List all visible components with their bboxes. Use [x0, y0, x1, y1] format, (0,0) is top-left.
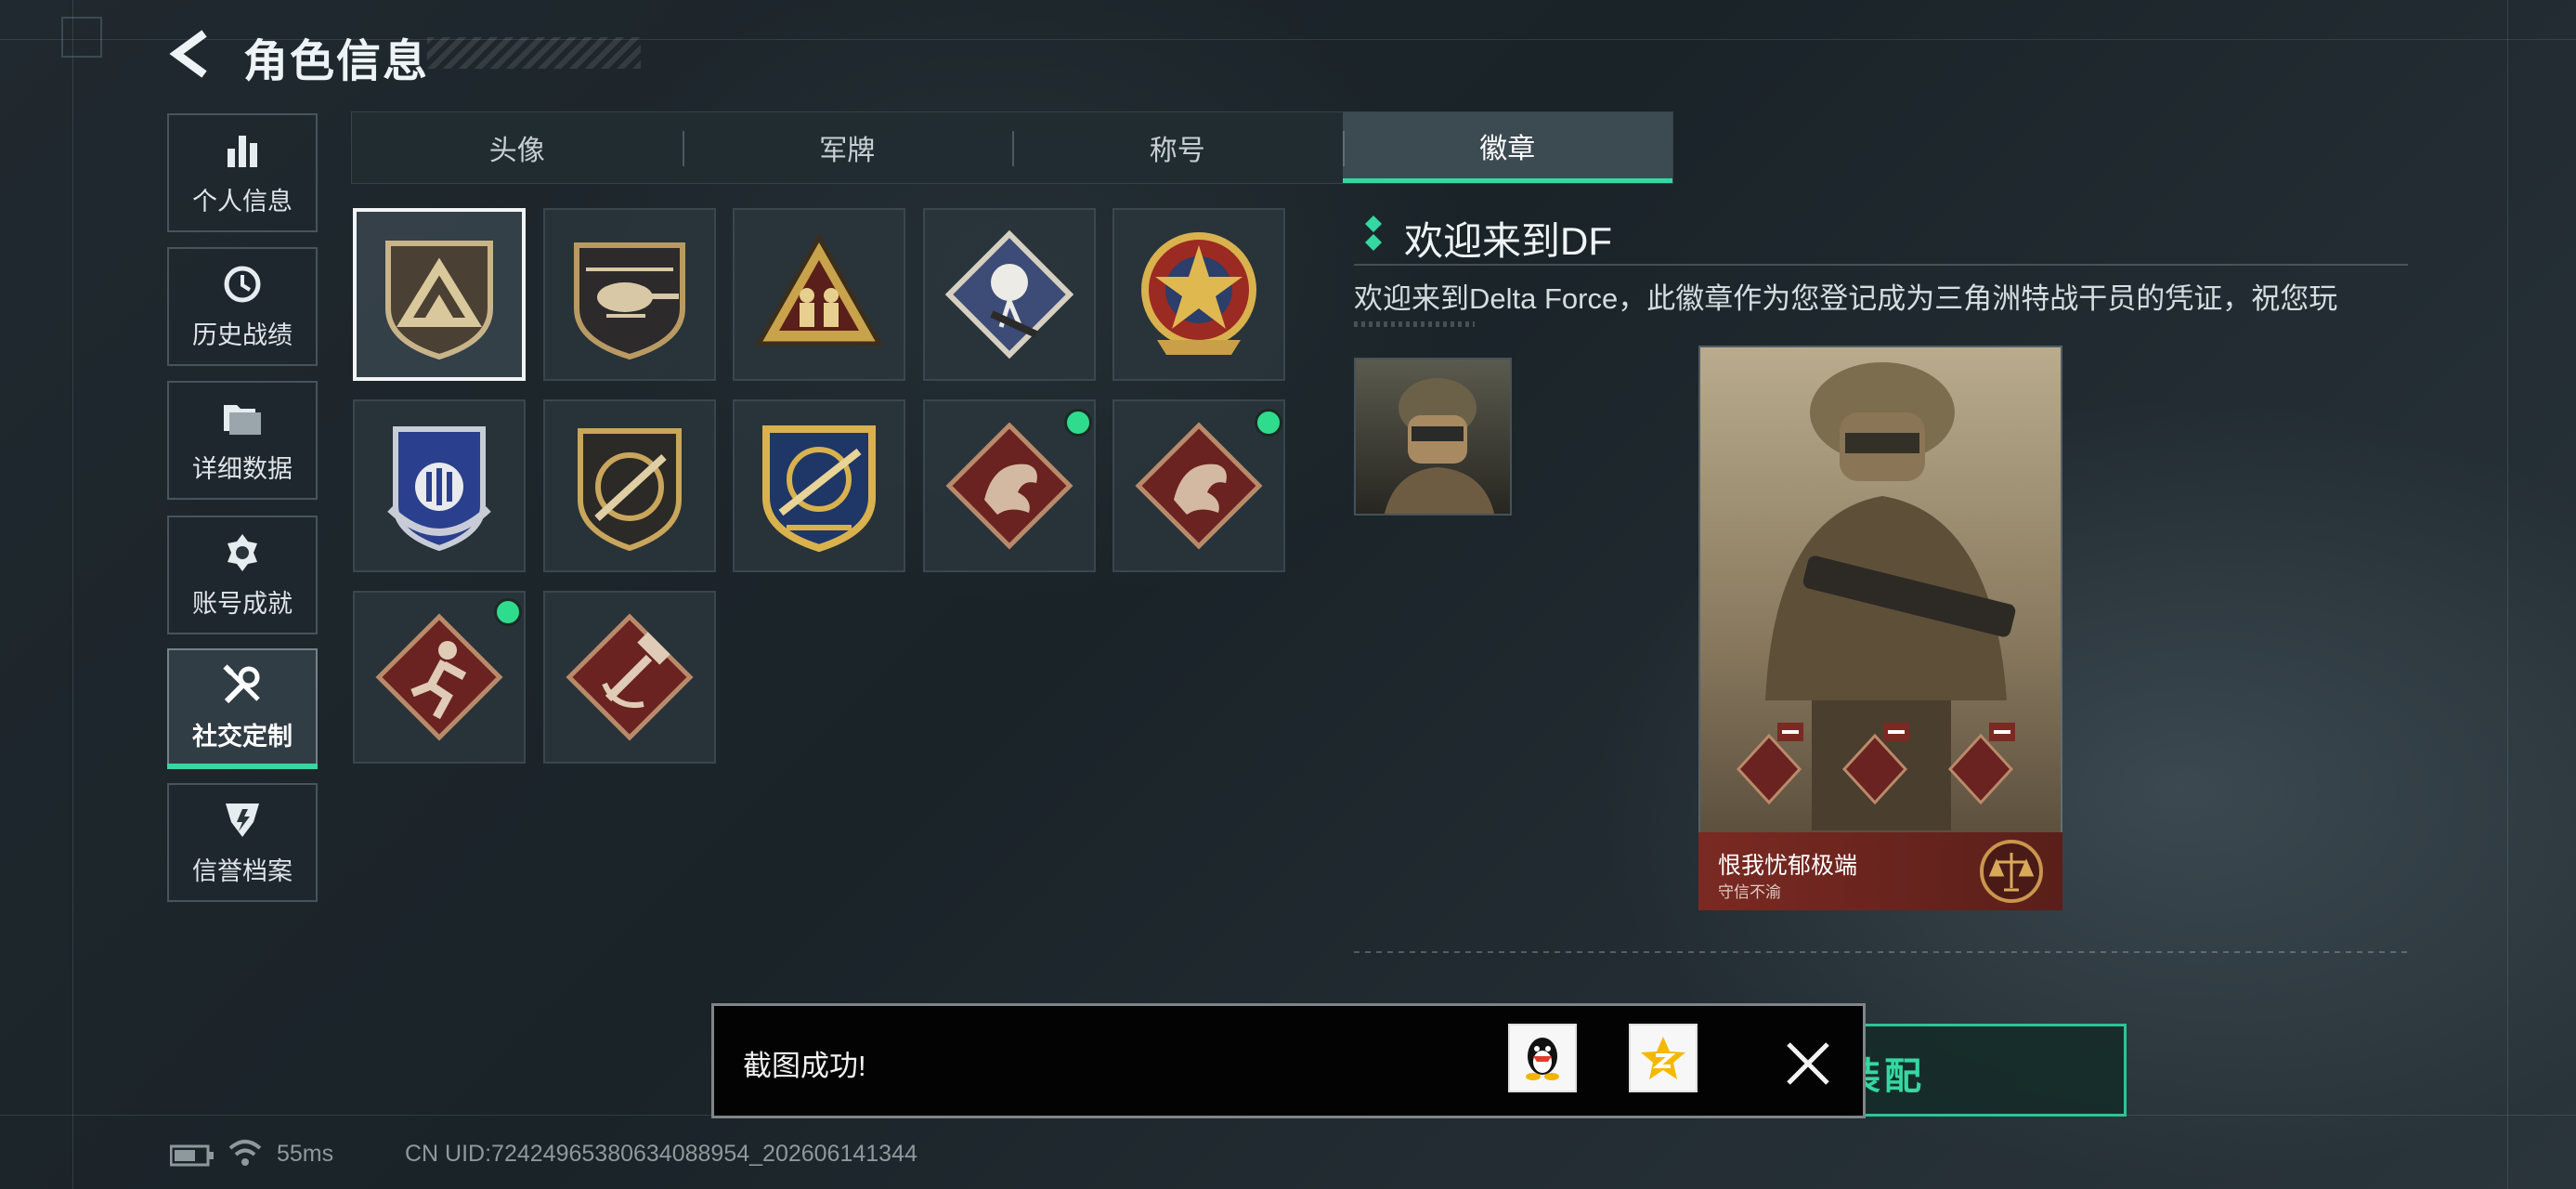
- hud-line: [72, 0, 73, 1189]
- card-badge-slot[interactable]: [1839, 721, 1911, 806]
- clock-history-icon: [221, 263, 264, 306]
- badge-item[interactable]: [353, 399, 526, 572]
- sidebar-item-personal-info[interactable]: 个人信息: [167, 113, 318, 232]
- player-subtitle: 守信不渝: [1718, 883, 1781, 901]
- wrench-screwdriver-icon: [221, 663, 264, 707]
- sidebar-item-credit-record[interactable]: 信誉档案: [167, 783, 318, 902]
- badge-item[interactable]: [543, 591, 716, 764]
- delta-triangle-badge-icon: [385, 241, 493, 360]
- divider-dotted: [1354, 951, 2408, 953]
- qq-penguin-icon: [1526, 1038, 1559, 1080]
- badge-item[interactable]: [543, 399, 716, 572]
- sidebar-item-label: 账号成就: [192, 589, 293, 618]
- credit-shield-icon: [221, 799, 264, 842]
- achievement-medal-icon: [221, 531, 264, 574]
- blue-wings-badge-icon: [387, 426, 491, 552]
- badge-item[interactable]: [923, 208, 1096, 381]
- dragon-badge-icon: [1135, 422, 1263, 550]
- player-name: 恨我忧郁极端: [1718, 853, 1858, 879]
- close-icon: [1787, 1042, 1829, 1085]
- sidebar-item-label: 社交定制: [192, 722, 293, 751]
- divider: [1354, 264, 2408, 266]
- sidebar-item-label: 历史战绩: [192, 320, 293, 349]
- tab-badge[interactable]: 徽章: [1342, 112, 1672, 183]
- card-badge-slot[interactable]: [1945, 721, 2017, 806]
- sidebar-item-detailed-data[interactable]: 详细数据: [167, 381, 318, 500]
- toast-message: 截图成功!: [743, 1050, 866, 1082]
- sidebar-item-social-custom[interactable]: 社交定制: [167, 648, 318, 767]
- wifi-icon: [228, 1139, 262, 1169]
- operator-avatar: [1354, 358, 1512, 516]
- user-uid: CN UID:7242496538063408895­4_20260614134…: [405, 1141, 917, 1167]
- badge-detail-title: 欢迎来到DF: [1404, 219, 1612, 263]
- back-arrow-icon: [169, 30, 207, 78]
- runner-badge-icon: [375, 613, 503, 741]
- back-button[interactable]: [167, 28, 215, 80]
- sidebar-item-achievements[interactable]: 账号成就: [167, 516, 318, 634]
- hud-corner: [61, 17, 102, 58]
- title-stripes-decoration: [427, 37, 641, 69]
- badge-detail-description: 欢迎来到Delta Force，此徽章作为您登记成为三角洲特战干员的凭证，祝您玩: [1354, 282, 2338, 315]
- badge-item[interactable]: [543, 208, 716, 381]
- sidebar-item-match-history[interactable]: 历史战绩: [167, 247, 318, 366]
- tab-title[interactable]: 称号: [1012, 112, 1343, 183]
- sniper-scope-badge-icon: [762, 425, 876, 553]
- ping-value: 55ms: [277, 1141, 334, 1167]
- new-indicator-dot: [1064, 409, 1092, 437]
- star-ring-badge-icon: [1141, 232, 1256, 355]
- soldiers-triangle-badge-icon: [754, 232, 884, 346]
- badge-item[interactable]: [733, 208, 905, 381]
- qzone-star-icon: [1641, 1037, 1685, 1079]
- toast-close-button[interactable]: [1781, 1037, 1835, 1091]
- badge-item[interactable]: [353, 208, 526, 381]
- divider-dotted: [1354, 321, 1475, 327]
- card-badge-slot[interactable]: [1733, 721, 1805, 806]
- title-diamond-icon: [1363, 216, 1384, 251]
- share-qq-button[interactable]: [1508, 1024, 1577, 1092]
- scales-emblem-icon: [1978, 838, 2045, 905]
- helicopter-badge-icon: [574, 242, 685, 360]
- battery-icon: [169, 1144, 215, 1167]
- category-tabs: 头像 军牌 称号 徽章: [351, 111, 1673, 184]
- tab-dogtag[interactable]: 军牌: [682, 112, 1013, 183]
- bar-chart-icon: [221, 129, 264, 172]
- sidebar-active-indicator: [167, 764, 318, 769]
- page-title: 角色信息: [243, 37, 430, 86]
- sidebar-item-label: 详细数据: [192, 454, 293, 483]
- sidebar-item-label: 信誉档案: [192, 856, 293, 885]
- badge-item[interactable]: [733, 399, 905, 572]
- new-indicator-dot: [494, 598, 522, 626]
- new-indicator-dot: [1255, 409, 1282, 437]
- folder-icon: [221, 397, 264, 439]
- operator-card: [1698, 346, 2062, 910]
- sidebar-item-label: 个人信息: [192, 187, 293, 216]
- rose-badge-icon: [944, 229, 1074, 359]
- hammer-badge-icon: [566, 613, 694, 741]
- rifle-target-badge-icon: [578, 428, 682, 552]
- share-qzone-button[interactable]: [1629, 1024, 1698, 1092]
- hud-line: [2507, 0, 2508, 1189]
- tab-avatar[interactable]: 头像: [352, 112, 683, 183]
- badge-item[interactable]: [1112, 208, 1285, 381]
- dragon-badge-icon: [945, 422, 1073, 550]
